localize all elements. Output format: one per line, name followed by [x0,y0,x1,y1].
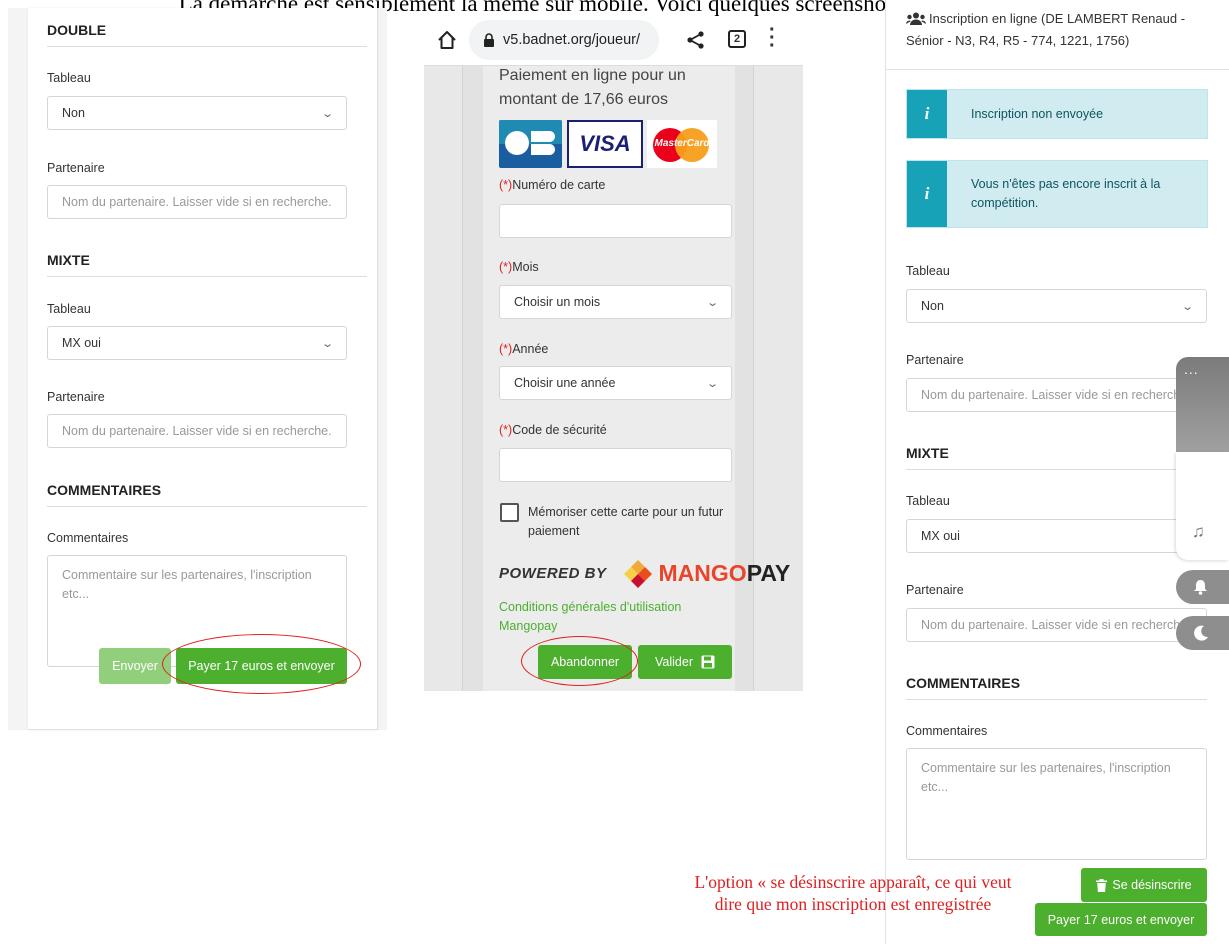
card-number-input[interactable] [499,204,732,238]
moon-icon [1194,625,1208,641]
notification-toggle[interactable] [1176,570,1229,604]
chevron-down-icon: ⌄ [705,296,719,309]
partner-input[interactable]: Nom du partenaire. Laisser vide si en re… [906,378,1207,412]
floating-media-widget[interactable]: ♫ [1176,452,1229,560]
annotation-circle [521,636,638,686]
month-select[interactable]: Choisir un mois ⌄ [499,285,732,319]
year-value: Choisir une année [514,376,616,390]
mangopay-logo-icon [623,560,652,588]
mixte-partner-input[interactable]: Nom du partenaire. Laisser vide si en re… [47,414,347,448]
mixte-tableau-select[interactable]: MX oui ⌄ [47,326,347,360]
card-number-label: (*)Numéro de carte [499,178,606,192]
alert-not-sent: i Inscription non envoyée [906,89,1208,139]
mangopay-branding: POWERED BY MANGO PAY [499,558,799,588]
info-icon: i [907,161,947,227]
more-icon[interactable]: ... [1184,361,1199,377]
cvv-label: (*)Code de sécurité [499,423,607,437]
comments-section-title: COMMENTAIRES [47,482,367,507]
unsubscribe-button[interactable]: Se désinscrire [1081,868,1207,902]
payment-page: Paiement en ligne pour un montant de 17,… [424,66,803,691]
double-tableau-select[interactable]: Non ⌄ [47,96,347,130]
music-note-icon[interactable]: ♫ [1192,522,1205,542]
month-value: Choisir un mois [514,295,601,309]
mixte-section-title: MIXTE [906,445,1207,470]
annotation-note: L'option « se désinscrire apparaît, ce q… [694,872,1012,914]
floating-toolbar[interactable]: ... [1176,357,1229,452]
comments-section-title: COMMENTAIRES [906,675,1207,700]
double-tableau-label: Tableau [47,71,91,85]
more-vert-icon[interactable]: · · · [769,20,776,56]
tabs-count-button[interactable]: 2 [728,30,746,48]
double-partner-input[interactable]: Nom du partenaire. Laisser vide si en re… [47,185,347,219]
payment-amount-text: Paiement en ligne pour un montant de 17,… [499,67,686,108]
cb-logo-icon [499,120,562,168]
info-icon: i [907,90,947,138]
visa-logo: VISA [567,120,643,168]
mixte-tableau-label: Tableau [906,494,950,508]
bell-icon [1194,580,1207,595]
dark-mode-toggle[interactable] [1176,616,1229,650]
alert-not-registered: i Vous n'êtes pas encore inscrit à la co… [906,160,1208,228]
mobile-payment-panel: v5.badnet.org/joueur/ 2 · · · Paiement en … [424,18,803,691]
cvv-input[interactable] [499,448,732,482]
mastercard-logo: MasterCard [647,120,717,168]
mixte-partner-label: Partenaire [906,583,964,597]
desktop-form-panel: DOUBLE Tableau Non ⌄ Partenaire Nom du p… [8,8,387,730]
year-label: (*)Année [499,342,549,356]
mixte-partner-label: Partenaire [47,390,105,404]
mixte-tableau-label: Tableau [47,302,91,316]
year-select[interactable]: Choisir une année ⌄ [499,366,732,400]
tableau-select[interactable]: Non ⌄ [906,289,1207,323]
month-label: (*)Mois [499,260,539,274]
mixte-tableau-value: MX oui [62,336,101,350]
save-icon [701,655,715,669]
trash-icon [1096,878,1108,892]
tableau-label: Tableau [906,264,950,278]
pay-and-send-button[interactable]: Payer 17 euros et envoyer [1035,903,1207,936]
chevron-down-icon: ⌄ [320,107,334,120]
page-column: Paiement en ligne pour un montant de 17,… [462,66,790,691]
mixte-section-title: MIXTE [47,252,367,277]
double-partner-label: Partenaire [47,161,105,175]
header-title-line2: Sénior - N3, R4, R5 - 774, 1221, 1756) [906,33,1130,48]
registration-header: Inscription en ligne (DE LAMBERT Renaud … [886,0,1229,70]
mixte-tableau-value: MX oui [921,529,960,543]
home-icon[interactable] [436,29,458,51]
double-section-title: DOUBLE [47,22,367,47]
remember-card-label: Mémoriser cette carte pour un futur paie… [528,505,724,538]
annotation-circle [162,634,361,694]
validate-button[interactable]: Valider [638,645,732,679]
mangopay-terms-link[interactable]: Conditions générales d'utilisation Mango… [499,598,729,636]
share-icon[interactable] [686,30,706,50]
tableau-value: Non [921,299,944,313]
chevron-down-icon: ⌄ [705,377,719,390]
header-title-line1: Inscription en ligne (DE LAMBERT Renaud … [929,11,1186,26]
url-bar[interactable]: v5.badnet.org/joueur/ [469,20,659,60]
chevron-down-icon: ⌄ [320,337,334,350]
send-button[interactable]: Envoyer [99,648,171,684]
mixte-tableau-select[interactable]: MX oui ⌄ [906,519,1207,553]
comments-label: Commentaires [47,531,129,545]
payment-form: Paiement en ligne pour un montant de 17,… [483,66,790,691]
partner-label: Partenaire [906,353,964,367]
lock-icon [484,33,494,47]
comments-textarea[interactable]: Commentaire sur les partenaires, l'inscr… [906,748,1207,860]
comments-label: Commentaires [906,724,988,738]
form-card: DOUBLE Tableau Non ⌄ Partenaire Nom du p… [28,8,378,730]
chevron-down-icon: ⌄ [1180,300,1194,313]
browser-toolbar: v5.badnet.org/joueur/ 2 · · · [424,18,803,66]
users-icon [906,12,926,25]
remember-card-checkbox[interactable] [500,503,519,522]
double-tableau-value: Non [62,106,85,120]
mixte-partner-input[interactable]: Nom du partenaire. Laisser vide si en re… [906,608,1207,642]
url-text: v5.badnet.org/joueur/ [503,32,641,48]
